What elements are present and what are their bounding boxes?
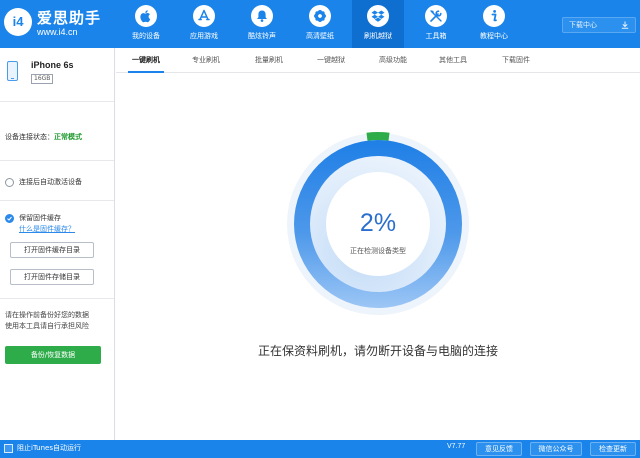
nav-label: 酷炫铃声 — [248, 32, 276, 40]
what-is-cache-link[interactable]: 什么是固件缓存？ — [19, 224, 75, 234]
warning-line: 请在操作前备份好您的数据 — [5, 311, 89, 319]
nav-item-tutorials[interactable]: 教程中心 — [468, 0, 520, 48]
version-label: V7.77 — [447, 443, 466, 450]
tab-advanced[interactable]: 高级功能 — [363, 48, 423, 73]
app-store-icon — [193, 5, 215, 27]
download-center-button[interactable]: 下载中心 — [562, 17, 636, 33]
flower-icon — [309, 5, 331, 27]
feedback-button[interactable]: 意见反馈 — [476, 442, 522, 456]
device-name: iPhone 6s — [31, 60, 74, 70]
status-value: 正常模式 — [54, 133, 82, 141]
bell-icon — [251, 5, 273, 27]
keep-cache-label: 保留固件缓存 — [19, 214, 61, 222]
top-bar: i4 爱思助手 www.i4.cn 我的设备 应用游戏 酷炫铃声 高清壁纸 刷机… — [0, 0, 640, 48]
app-name: 爱思助手 — [37, 9, 102, 27]
device-sidebar: iPhone 6s 16GB 设备连接状态：正常模式 连接后自动激活设备 保留固… — [0, 48, 115, 440]
risk-warning: 请在操作前备份好您的数据 使用本工具请自行承担风险 — [5, 310, 109, 332]
download-icon — [621, 21, 629, 29]
status-bar: 阻止iTunes自动运行 V7.77 意见反馈 微信公众号 检查更新 — [0, 440, 640, 458]
tab-one-click-jailbreak[interactable]: 一键越狱 — [301, 48, 361, 73]
auto-activate-label: 连接后自动激活设备 — [19, 178, 82, 186]
download-center-label: 下载中心 — [569, 21, 597, 29]
info-icon — [483, 5, 505, 27]
dropbox-icon — [367, 5, 389, 27]
tab-one-click-flash[interactable]: 一键刷机 — [116, 48, 176, 73]
nav-item-my-device[interactable]: 我的设备 — [120, 0, 172, 48]
flash-status-message: 正在保资料刷机，请勿断开设备与电脑的连接 — [257, 344, 498, 358]
nav-item-flash-jailbreak[interactable]: 刷机越狱 — [352, 0, 404, 48]
logo-badge-icon: i4 — [4, 8, 32, 36]
tab-other-tools[interactable]: 其他工具 — [423, 48, 483, 73]
nav-label: 教程中心 — [480, 32, 508, 40]
apple-icon — [135, 5, 157, 27]
progress-ring: 2% 正在检测设备类型 — [283, 129, 473, 319]
backup-restore-button[interactable]: 备份/恢复数据 — [5, 346, 101, 364]
divider — [0, 200, 114, 201]
app-url: www.i4.cn — [37, 27, 78, 37]
check-update-button[interactable]: 检查更新 — [590, 442, 636, 456]
tab-batch-flash[interactable]: 批量刷机 — [239, 48, 299, 73]
auto-activate-radio[interactable] — [5, 178, 14, 187]
keep-cache-checkbox[interactable] — [5, 214, 14, 223]
divider — [0, 160, 114, 161]
nav-item-toolbox[interactable]: 工具箱 — [410, 0, 462, 48]
nav-label: 刷机越狱 — [364, 32, 392, 40]
check-icon — [7, 216, 12, 221]
warning-line: 使用本工具请自行承担风险 — [5, 322, 89, 330]
nav-item-apps[interactable]: 应用游戏 — [178, 0, 230, 48]
tab-pro-flash[interactable]: 专业刷机 — [176, 48, 236, 73]
tools-icon — [425, 5, 447, 27]
phone-icon — [7, 61, 18, 81]
wechat-button[interactable]: 微信公众号 — [530, 442, 582, 456]
nav-item-wallpapers[interactable]: 高清壁纸 — [294, 0, 346, 48]
progress-arc — [366, 132, 390, 141]
flash-progress-panel: 2% 正在检测设备类型 正在保资料刷机，请勿断开设备与电脑的连接 — [116, 74, 640, 440]
progress-phase: 正在检测设备类型 — [350, 247, 406, 255]
flash-tabs: 一键刷机 专业刷机 批量刷机 一键越狱 高级功能 其他工具 下载固件 — [116, 48, 640, 73]
open-store-dir-button[interactable]: 打开固件存储目录 — [10, 269, 94, 285]
device-card: iPhone 6s 16GB — [0, 48, 114, 102]
status-label: 设备连接状态： — [5, 133, 54, 141]
nav-item-ringtones[interactable]: 酷炫铃声 — [236, 0, 288, 48]
tab-download-firmware[interactable]: 下载固件 — [486, 48, 546, 73]
open-cache-dir-button[interactable]: 打开固件缓存目录 — [10, 242, 94, 258]
block-itunes-label: 阻止iTunes自动运行 — [17, 444, 81, 452]
capacity-badge: 16GB — [31, 74, 54, 84]
divider — [0, 298, 114, 299]
app-logo[interactable]: i4 爱思助手 www.i4.cn — [4, 6, 114, 42]
nav-label: 应用游戏 — [190, 32, 218, 40]
nav-label: 我的设备 — [132, 32, 160, 40]
connection-status: 设备连接状态：正常模式 — [5, 132, 82, 142]
progress-percent: 2% — [359, 209, 397, 237]
nav-label: 高清壁纸 — [306, 32, 334, 40]
block-itunes-checkbox[interactable] — [4, 444, 13, 453]
nav-label: 工具箱 — [425, 32, 447, 40]
